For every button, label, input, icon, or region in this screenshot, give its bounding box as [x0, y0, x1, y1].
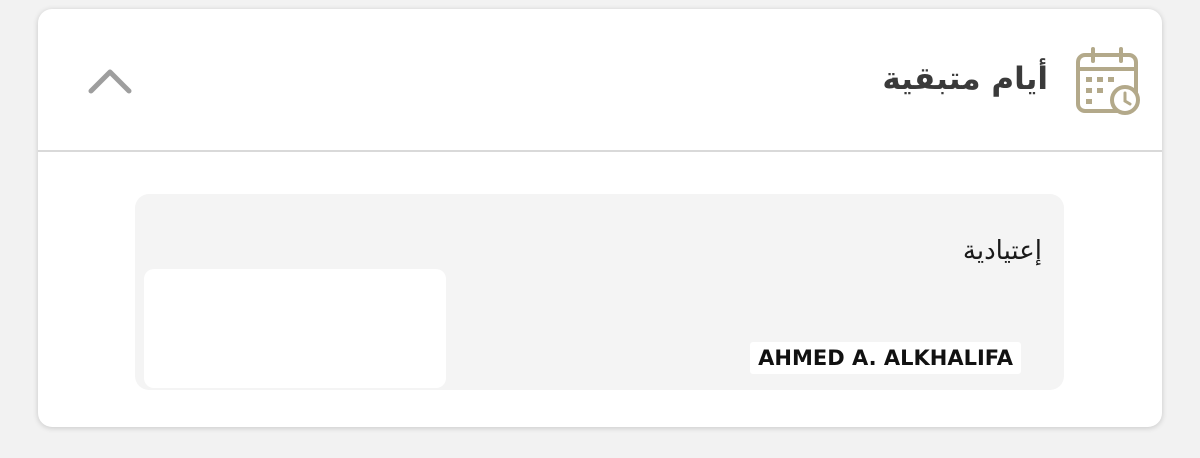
card-header[interactable]: أيام متبقية [38, 9, 1162, 152]
chevron-up-icon[interactable] [86, 64, 134, 96]
leave-type-label: إعتيادية [962, 236, 1042, 266]
section-title: أيام متبقية [882, 61, 1048, 97]
redacted-value-box [144, 269, 446, 388]
calendar-clock-icon [1076, 47, 1140, 115]
list-item[interactable]: إعتيادية AHMED A. ALKHALIFA [135, 194, 1064, 390]
employee-name: AHMED A. ALKHALIFA [750, 342, 1021, 374]
remaining-days-card: أيام متبقية إعتيادية AHMED A. ALKHALIFA [38, 9, 1162, 427]
